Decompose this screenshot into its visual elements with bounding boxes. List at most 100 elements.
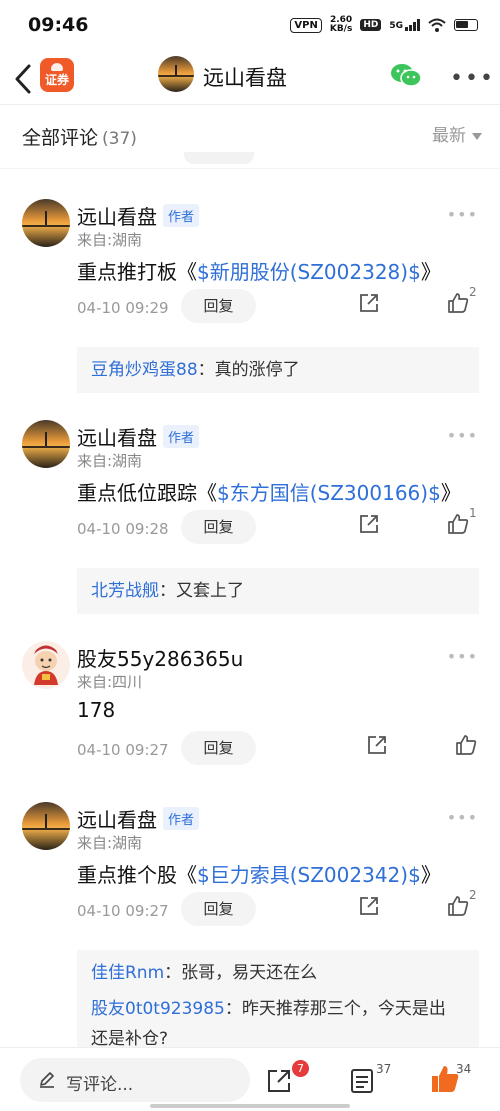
author-name: 远山看盘 [77, 426, 157, 450]
reply-button[interactable]: 回复 [181, 892, 256, 926]
content-text: 》 [420, 260, 441, 284]
reply-user[interactable]: 北芳战舰 [91, 581, 159, 601]
content-text: 》 [440, 481, 461, 505]
signal-icon: 5G [389, 19, 420, 31]
share-badge: 7 [292, 1060, 309, 1077]
author-badge: 作者 [163, 204, 200, 227]
comment-time: 04-10 09:29 [77, 299, 169, 317]
page-title: 远山看盘 [203, 66, 287, 90]
reply-button[interactable]: 回复 [181, 731, 256, 765]
stock-link[interactable]: $新朋股份(SZ002328)$ [197, 260, 421, 284]
share-icon[interactable] [358, 292, 380, 314]
section-title-text: 全部评论 [22, 127, 99, 149]
comment-input-placeholder: 写评论... [66, 1075, 134, 1095]
stock-link[interactable]: $巨力索具(SZ002342)$ [197, 863, 421, 887]
stock-link[interactable]: $东方国信(SZ300166)$ [217, 481, 441, 505]
comment-input[interactable]: 写评论... [20, 1058, 250, 1102]
thumbs-up-icon[interactable] [446, 512, 470, 536]
reply-item: 豆角炒鸡蛋88：真的涨停了 [91, 355, 465, 385]
reply-user[interactable]: 豆角炒鸡蛋88 [91, 360, 198, 380]
reply-text: 还是补仓? [91, 1029, 169, 1049]
comment-content: 重点低位跟踪《$东方国信(SZ300166)$》 [77, 477, 461, 506]
author-name: 远山看盘 [77, 205, 157, 229]
comment-author[interactable]: 股友55y286365u [77, 643, 243, 672]
like-count: 1 [469, 506, 477, 520]
status-bar: 09:46 VPN 2.60 KB/s HD 5G [0, 0, 500, 56]
net-speed-unit: KB/s [329, 24, 353, 34]
comment-count: (37) [102, 129, 137, 149]
comments-count: 37 [376, 1062, 392, 1076]
reply-item: 北芳战舰：又套上了 [91, 576, 465, 606]
chevron-down-icon [472, 132, 482, 140]
comment-content: 178 [77, 698, 116, 722]
status-time: 09:46 [28, 14, 89, 36]
status-icons: VPN 2.60 KB/s HD 5G [290, 16, 478, 34]
divider [0, 168, 500, 169]
section-title: 全部评论 (37) [22, 123, 137, 150]
scroll-indicator [184, 152, 254, 164]
share-icon[interactable] [366, 734, 388, 756]
more-icon[interactable]: ••• [447, 205, 478, 224]
sort-dropdown[interactable]: 最新 [432, 121, 482, 146]
reply-text: ：又套上了 [159, 581, 244, 601]
wifi-icon [428, 18, 446, 32]
author-badge: 作者 [163, 807, 200, 830]
author-badge: 作者 [163, 425, 200, 448]
comment-location: 来自:四川 [77, 673, 143, 691]
avatar[interactable] [22, 199, 70, 247]
reply-button[interactable]: 回复 [181, 510, 256, 544]
wechat-icon[interactable] [390, 62, 422, 88]
hd-icon: HD [360, 19, 382, 31]
like-count: 2 [469, 888, 477, 902]
share-icon[interactable] [266, 1068, 292, 1094]
comment-author[interactable]: 远山看盘 作者 [77, 201, 200, 230]
reply-thread: 佳佳Rnm：张哥，易天还在么 股友0t0t923985：昨天推荐那三个，今天是出… [77, 950, 479, 1049]
reply-item: 佳佳Rnm：张哥，易天还在么 [91, 958, 465, 988]
avatar[interactable] [22, 641, 70, 689]
thumbs-up-icon[interactable] [446, 894, 470, 918]
list-icon[interactable] [350, 1068, 374, 1094]
reply-item: 股友0t0t923985：昨天推荐那三个，今天是出 还是补仓? [91, 994, 465, 1054]
more-icon[interactable]: ••• [447, 426, 478, 445]
avatar[interactable] [22, 420, 70, 468]
pen-icon [40, 1072, 54, 1088]
vpn-icon: VPN [290, 17, 322, 33]
app-logo-text: 证券 [44, 73, 69, 87]
comment-location: 来自:湖南 [77, 231, 143, 249]
comment-author[interactable]: 远山看盘 作者 [77, 804, 200, 833]
likes-count: 34 [456, 1062, 472, 1076]
content-text: 重点推打板《 [77, 260, 197, 284]
comments-header: 全部评论 (37) 最新 [0, 105, 500, 157]
comment-time: 04-10 09:28 [77, 520, 169, 538]
home-indicator [150, 1104, 350, 1108]
avatar[interactable] [158, 56, 194, 92]
reply-text: ：昨天推荐那三个，今天是出 [224, 999, 446, 1019]
more-icon[interactable]: ••• [447, 647, 478, 666]
back-icon[interactable] [12, 62, 36, 96]
comment-location: 来自:湖南 [77, 834, 143, 852]
share-icon[interactable] [358, 513, 380, 535]
thumbs-up-icon[interactable] [446, 291, 470, 315]
thumbs-up-icon[interactable] [454, 733, 478, 757]
nav-bar: 证券 远山看盘 ••• [0, 56, 500, 102]
reply-button[interactable]: 回复 [181, 289, 256, 323]
app-logo[interactable]: 证券 [40, 58, 74, 92]
author-name: 远山看盘 [77, 808, 157, 832]
comment-time: 04-10 09:27 [77, 902, 169, 920]
more-icon[interactable]: ••• [450, 66, 495, 91]
comment-content: 重点推打板《$新朋股份(SZ002328)$》 [77, 256, 441, 285]
comment-location: 来自:湖南 [77, 452, 143, 470]
comment-author[interactable]: 远山看盘 作者 [77, 422, 200, 451]
comment-content: 重点推个股《$巨力索具(SZ002342)$》 [77, 859, 441, 888]
sort-label: 最新 [432, 126, 466, 146]
avatar[interactable] [22, 802, 70, 850]
more-icon[interactable]: ••• [447, 808, 478, 827]
content-text: 重点低位跟踪《 [77, 481, 217, 505]
like-count: 2 [469, 285, 477, 299]
battery-icon [454, 19, 478, 31]
reply-user[interactable]: 股友0t0t923985 [91, 999, 225, 1019]
share-icon[interactable] [358, 895, 380, 917]
reply-user[interactable]: 佳佳Rnm [91, 963, 164, 983]
content-text: 》 [420, 863, 441, 887]
network-type: 5G [389, 21, 403, 31]
